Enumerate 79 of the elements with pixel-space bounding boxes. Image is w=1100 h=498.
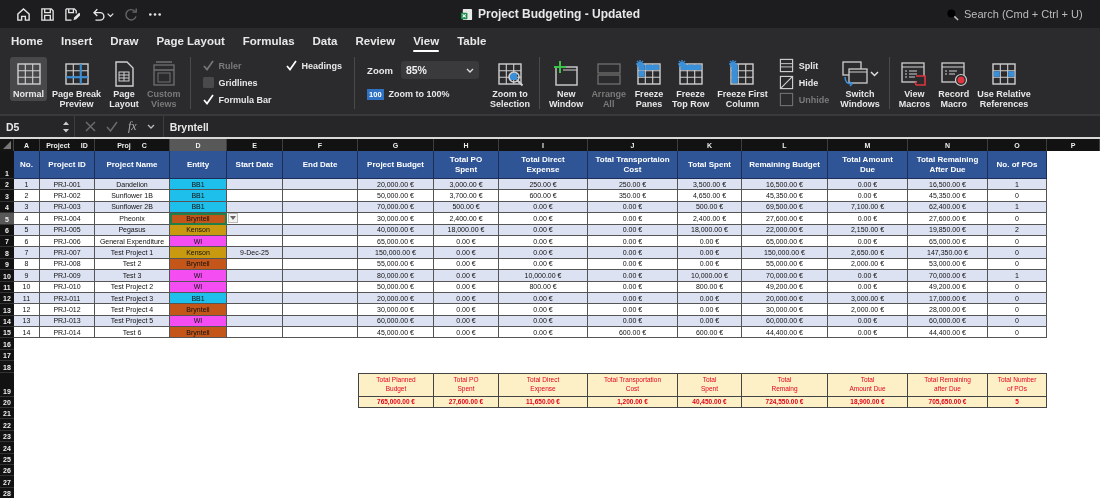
window-title: Project Budgeting - Updated bbox=[478, 7, 640, 21]
menu-tab[interactable]: Review bbox=[346, 28, 405, 54]
record-macro-icon bbox=[938, 59, 969, 89]
redo-icon[interactable] bbox=[124, 6, 139, 22]
table-cell bbox=[227, 190, 283, 202]
menu-tab[interactable]: Formulas bbox=[233, 28, 304, 54]
column-heading: Total Remaining After Due bbox=[908, 151, 988, 179]
zoom-dropdown[interactable]: 85% bbox=[400, 61, 479, 79]
check-icon[interactable] bbox=[106, 121, 118, 132]
checkbox-icon bbox=[202, 77, 214, 88]
switch-windows-icon bbox=[840, 59, 871, 89]
ribbon-button[interactable]: Hide bbox=[778, 75, 830, 90]
table-cell bbox=[227, 281, 283, 293]
stepper-icon[interactable] bbox=[62, 119, 70, 134]
menu-tab[interactable]: Insert bbox=[51, 28, 102, 54]
ribbon-button[interactable]: Page Break Preview bbox=[49, 57, 105, 112]
menu-tab[interactable]: Page Layout bbox=[147, 28, 234, 54]
menu-tab[interactable]: Table bbox=[448, 28, 496, 54]
table-cell bbox=[227, 327, 283, 339]
formula-field[interactable]: Bryntell bbox=[162, 116, 209, 137]
select-all-button[interactable] bbox=[0, 139, 14, 151]
table-cell bbox=[227, 270, 283, 282]
hide-icon bbox=[778, 75, 794, 90]
check-mark-icon bbox=[285, 60, 297, 71]
ribbon-button[interactable]: Page Layout bbox=[106, 57, 143, 112]
zoom-label: Zoom bbox=[367, 64, 393, 76]
spreadsheet-file-icon bbox=[460, 7, 473, 21]
column-heading: Total Amount Due bbox=[828, 151, 908, 179]
caret-icon[interactable] bbox=[146, 124, 155, 129]
ribbon-button[interactable]: Freeze Panes bbox=[630, 57, 667, 112]
ribbon-button[interactable]: Switch Windows bbox=[837, 57, 883, 112]
insert-function-button[interactable]: fx bbox=[128, 119, 137, 134]
column-heading: End Date bbox=[283, 151, 358, 179]
ribbon-button[interactable]: Split bbox=[778, 58, 830, 73]
column-heading: Total Transportaion Cost bbox=[588, 151, 678, 179]
menu-tab[interactable]: View bbox=[404, 28, 449, 54]
ribbon-button[interactable]: Record Macro bbox=[935, 57, 973, 112]
ribbon-button[interactable]: View Macros bbox=[895, 57, 934, 112]
ribbon-button[interactable]: New Window bbox=[545, 57, 587, 112]
menu-tab[interactable]: Draw bbox=[101, 28, 148, 54]
check-mark-icon bbox=[202, 94, 214, 105]
column-heading: Project Name bbox=[95, 151, 170, 179]
column-heading: Total Direct Expense bbox=[499, 151, 588, 179]
caret-icon bbox=[230, 216, 236, 221]
ribbon-button[interactable]: Normal bbox=[10, 57, 47, 102]
column-heading: Remaining Budget bbox=[742, 151, 828, 179]
column-heading: Entity bbox=[170, 151, 227, 179]
column-heading: No. of POs bbox=[988, 151, 1047, 179]
search-field[interactable]: Search (Cmd + Ctrl + U) bbox=[964, 8, 1092, 20]
caret-icon bbox=[465, 67, 474, 73]
triangle-icon bbox=[2, 141, 11, 149]
ribbon-button[interactable]: Freeze Top Row bbox=[668, 57, 713, 112]
ribbon-button[interactable]: Zoom to Selection bbox=[486, 57, 533, 112]
menu-tab[interactable]: Data bbox=[303, 28, 347, 54]
column-heading: Total PO Spent bbox=[434, 151, 499, 179]
column-heading: Total Spent bbox=[678, 151, 742, 179]
column-heading: No. bbox=[14, 151, 40, 179]
column-heading: Project ID bbox=[40, 151, 95, 179]
save-edit-icon[interactable] bbox=[64, 6, 80, 22]
column-heading: Start Date bbox=[227, 151, 283, 179]
unhide-icon bbox=[778, 92, 794, 107]
column-heading: Project Budget bbox=[358, 151, 434, 179]
save-icon[interactable] bbox=[40, 6, 55, 22]
cancel-icon[interactable] bbox=[85, 121, 96, 132]
table-cell bbox=[227, 304, 283, 316]
dropdown-button[interactable] bbox=[228, 213, 238, 224]
check-mark-icon bbox=[202, 60, 214, 71]
table-cell bbox=[227, 179, 283, 191]
ribbon-button[interactable]: Freeze First Column bbox=[714, 57, 771, 112]
split-icon bbox=[778, 58, 794, 73]
ribbon-button[interactable]: Use Relative References bbox=[974, 57, 1034, 112]
home-icon[interactable] bbox=[16, 6, 31, 22]
checkbox[interactable]: Headings bbox=[285, 60, 343, 71]
checkbox[interactable]: Gridlines bbox=[202, 77, 272, 88]
name-box[interactable]: D5 bbox=[0, 116, 75, 137]
search-icon bbox=[946, 7, 959, 21]
caret-icon bbox=[870, 71, 880, 77]
menu-tab[interactable]: Home bbox=[2, 28, 52, 54]
checkbox[interactable]: Formula Bar bbox=[202, 94, 272, 105]
